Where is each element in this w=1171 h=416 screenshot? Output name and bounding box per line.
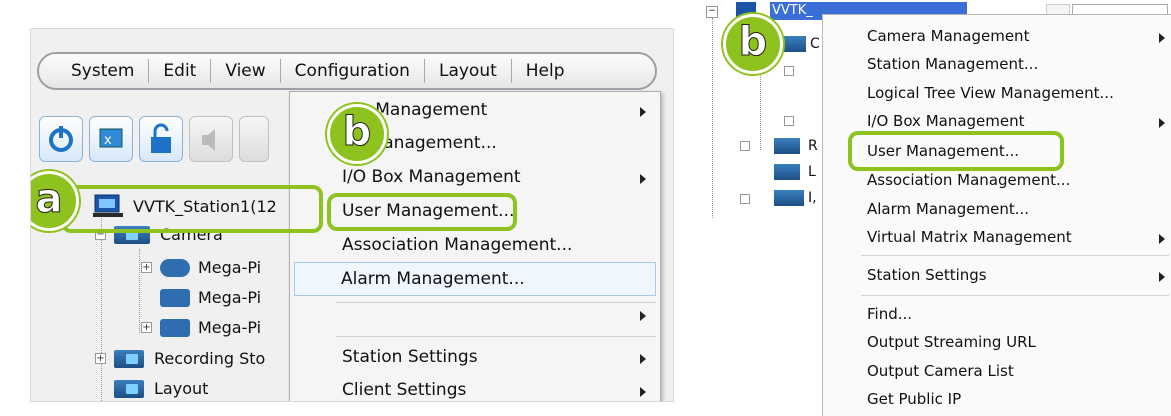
power-icon — [49, 126, 73, 152]
tree-camera-3[interactable]: + Mega-Pi — [141, 318, 261, 337]
collapse-icon[interactable]: − — [706, 6, 718, 18]
tree-item-l: L — [808, 164, 816, 180]
submenu-arrow-icon — [1159, 272, 1165, 282]
menu-find[interactable]: Find... — [823, 305, 1171, 327]
menu-logical-tree-view-management[interactable]: Logical Tree View Management... — [823, 84, 1171, 106]
io-folder-icon — [774, 190, 804, 206]
submenu-arrow-icon — [640, 387, 646, 397]
submenu-arrow-icon — [1159, 234, 1165, 244]
submenu-arrow-icon — [640, 354, 646, 364]
menu-alarm-management[interactable]: Alarm Management... — [823, 200, 1171, 222]
audio-button[interactable] — [189, 116, 233, 162]
camera-2-label: Mega-Pi — [198, 288, 262, 307]
menu-view[interactable]: View — [211, 59, 281, 83]
menu-virtual-matrix-management[interactable]: Virtual Matrix Management — [823, 228, 1171, 250]
expand-icon[interactable] — [740, 141, 750, 151]
recording-icon — [774, 138, 800, 154]
camera-3-label: Mega-Pi — [198, 318, 262, 337]
menu-client-settings[interactable]: Client Settings — [290, 380, 660, 401]
layout-icon — [774, 164, 800, 180]
menu-system[interactable]: System — [57, 59, 150, 83]
station-highlight — [61, 185, 323, 233]
menu-unnamed-submenu[interactable] — [290, 304, 660, 328]
tree-camera-2[interactable]: Mega-Pi — [160, 288, 261, 307]
submenu-arrow-icon — [640, 174, 646, 184]
tree-layout[interactable]: Layout — [114, 379, 208, 398]
power-button[interactable] — [39, 116, 83, 162]
badge-b: b — [327, 104, 387, 164]
tree-item-io: I, — [808, 190, 817, 206]
collapse-icon[interactable] — [740, 194, 750, 204]
speaker-icon — [202, 129, 215, 151]
expand-icon[interactable]: + — [141, 262, 152, 273]
menu-camera-management[interactable]: Camera Management — [823, 27, 1171, 49]
submenu-arrow-icon — [1159, 33, 1165, 43]
menu-association-management[interactable]: Association Management... — [823, 171, 1171, 193]
unlock-button[interactable] — [139, 116, 183, 162]
tree-recording[interactable]: + Recording Sto — [95, 349, 265, 368]
user-management-highlight — [327, 193, 517, 231]
tree-item-r: R — [808, 138, 818, 154]
menu-edit[interactable]: Edit — [149, 59, 212, 83]
context-menu: Camera Management Station Management... … — [822, 14, 1171, 416]
expand-icon[interactable]: + — [95, 353, 106, 364]
menu-station-management[interactable]: Station Management... — [823, 55, 1171, 77]
remote-desktop-button[interactable]: x — [89, 116, 133, 162]
unlock-icon — [151, 123, 171, 153]
menu-help[interactable]: Help — [512, 59, 579, 83]
menu-association-management[interactable]: Association Management... — [290, 235, 660, 259]
menu-bar: System Edit View Configuration Layout He… — [37, 52, 657, 90]
expand-icon[interactable]: + — [141, 322, 152, 333]
toolbar-button[interactable] — [239, 116, 269, 162]
menu-configuration[interactable]: Configuration — [281, 59, 425, 83]
layout-label: Layout — [154, 379, 209, 398]
expand-icon[interactable] — [784, 116, 794, 126]
camera-icon — [160, 318, 190, 337]
menu-output-camera-list[interactable]: Output Camera List — [823, 362, 1171, 384]
left-screenshot: System Edit View Configuration Layout He… — [30, 28, 674, 402]
submenu-arrow-icon — [640, 107, 646, 117]
badge-b: b — [723, 14, 783, 74]
menu-alarm-management[interactable]: Alarm Management... — [294, 262, 656, 296]
tree-camera-1[interactable]: + Mega-Pi — [141, 258, 261, 277]
recording-label: Recording Sto — [154, 349, 266, 368]
menu-get-public-ip[interactable]: Get Public IP — [823, 390, 1171, 412]
expand-icon[interactable] — [784, 66, 794, 76]
camera-icon — [160, 288, 190, 307]
submenu-arrow-icon — [640, 311, 646, 321]
camera-1-label: Mega-Pi — [198, 258, 262, 277]
screen-icon: x — [99, 128, 123, 148]
user-management-highlight — [848, 131, 1064, 171]
menu-layout[interactable]: Layout — [425, 59, 512, 83]
tree-item-c: C — [810, 36, 820, 52]
layout-icon — [114, 379, 144, 398]
svg-text:x: x — [104, 133, 112, 148]
right-screenshot: − VVTK_ C R L I, Camera Management Stati… — [700, 0, 1171, 416]
menu-station-settings[interactable]: Station Settings — [290, 347, 660, 371]
submenu-arrow-icon — [1159, 118, 1165, 128]
dome-camera-icon — [160, 258, 190, 277]
menu-output-streaming-url[interactable]: Output Streaming URL — [823, 333, 1171, 355]
recording-icon — [114, 349, 144, 368]
menu-io-box-management[interactable]: I/O Box Management — [290, 167, 660, 191]
menu-station-settings[interactable]: Station Settings — [823, 266, 1171, 288]
